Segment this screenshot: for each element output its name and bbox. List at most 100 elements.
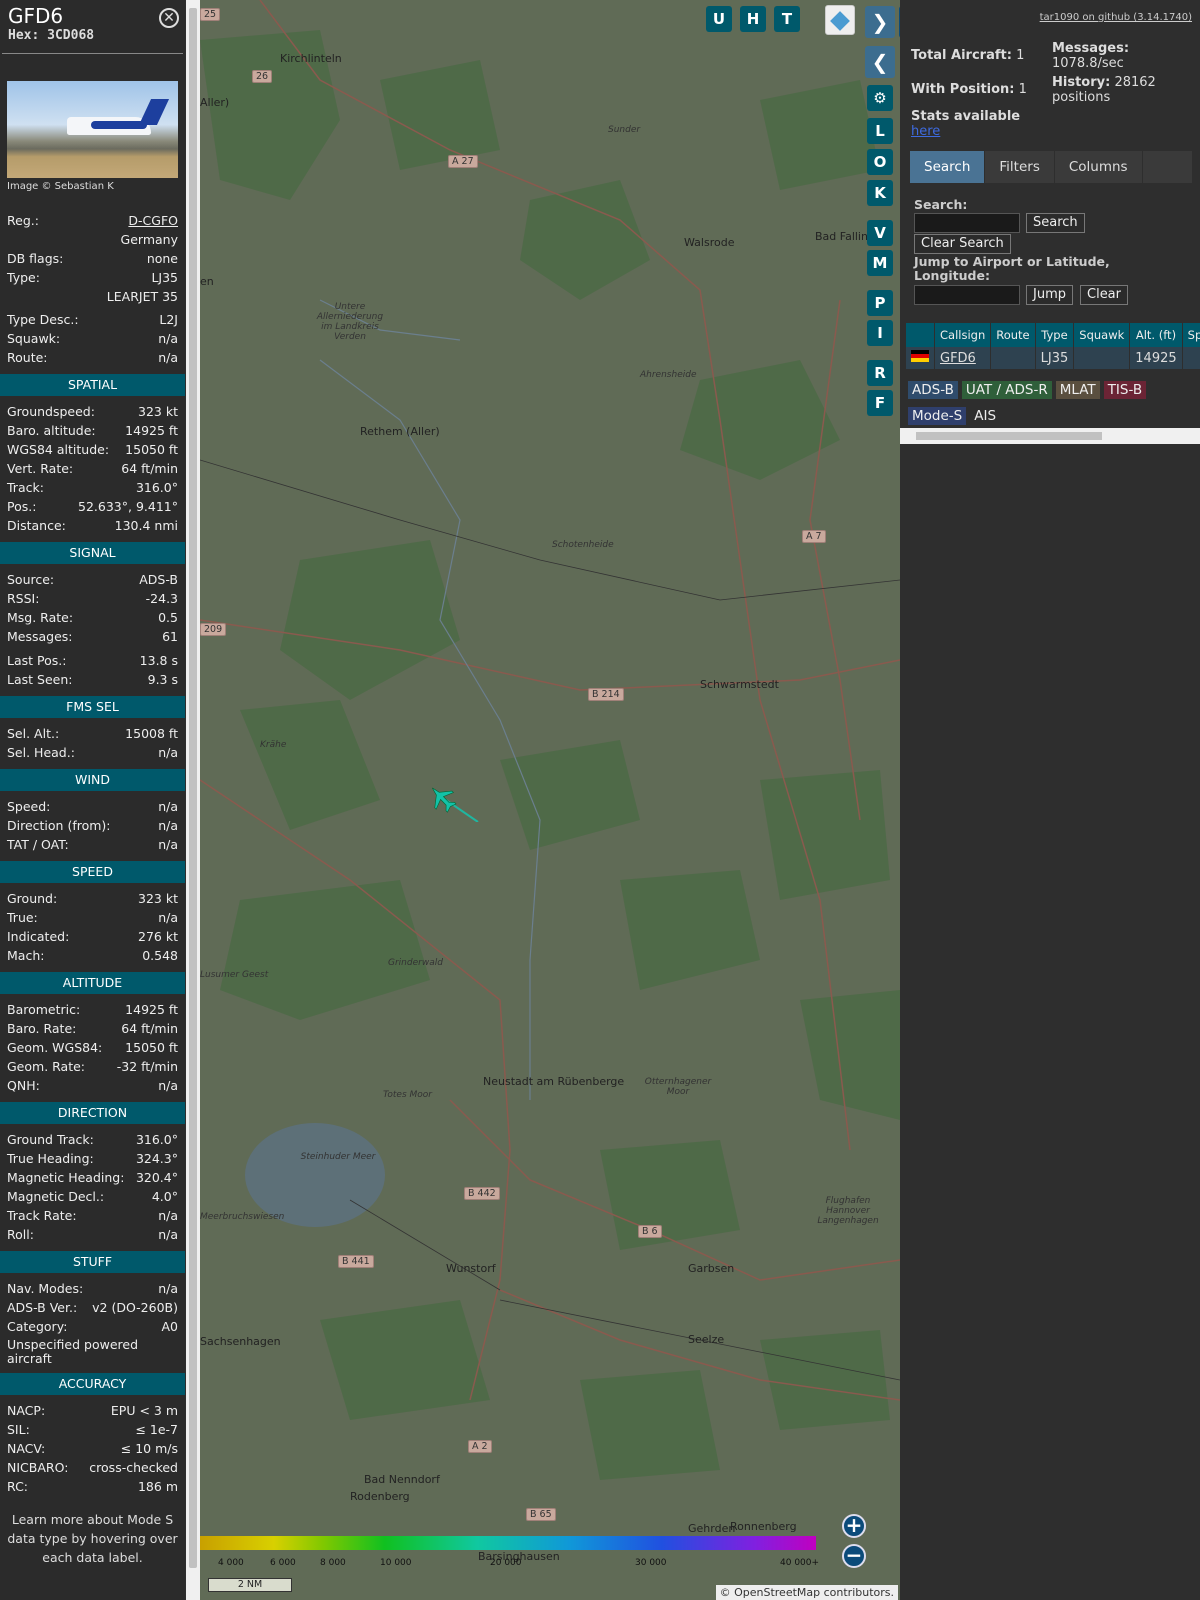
column-header[interactable]: Type: [1035, 323, 1075, 347]
jump-button[interactable]: Jump: [1026, 285, 1073, 305]
info-key[interactable]: Sel. Alt.:: [7, 724, 59, 743]
info-value: A0: [161, 1319, 178, 1334]
info-row: Messages: 61: [7, 627, 178, 646]
search-button[interactable]: Search: [1026, 213, 1085, 233]
info-key[interactable]: Magnetic Decl.:: [7, 1187, 104, 1206]
info-key[interactable]: NICBARO:: [7, 1458, 68, 1477]
column-header[interactable]: Squawk: [1073, 323, 1131, 347]
info-key[interactable]: Baro. altitude:: [7, 421, 96, 440]
info-key[interactable]: Geom. Rate:: [7, 1057, 85, 1076]
search-input[interactable]: [914, 213, 1020, 233]
info-key[interactable]: Distance:: [7, 516, 66, 535]
info-row: Magnetic Heading: 320.4°: [7, 1168, 178, 1187]
map-button-p[interactable]: P: [867, 290, 893, 316]
zoom-out-button[interactable]: −: [842, 1544, 866, 1568]
source-tag: ADS-B: [908, 381, 958, 399]
github-link[interactable]: tar1090 on github (3.14.1740): [1040, 12, 1192, 23]
map-button-u[interactable]: U: [706, 6, 732, 32]
info-value: -32 ft/min: [116, 1059, 178, 1074]
stats-available: Stats available here: [911, 109, 1021, 139]
info-key[interactable]: True Heading:: [7, 1149, 94, 1168]
map-button-v[interactable]: V: [867, 220, 893, 246]
map-button-l[interactable]: L: [867, 118, 893, 144]
tab-filters[interactable]: Filters: [985, 151, 1055, 183]
map-button-m[interactable]: M: [867, 250, 893, 276]
info-key[interactable]: ADS-B Ver.:: [7, 1298, 77, 1317]
info-key[interactable]: SIL:: [7, 1420, 30, 1439]
info-key[interactable]: Messages:: [7, 627, 73, 646]
info-key[interactable]: QNH:: [7, 1076, 40, 1095]
info-key[interactable]: Geom. WGS84:: [7, 1038, 102, 1057]
info-key[interactable]: Sel. Head.:: [7, 743, 75, 762]
tab-columns[interactable]: Columns: [1055, 151, 1143, 183]
info-value: n/a: [158, 1227, 178, 1242]
info-key[interactable]: Indicated:: [7, 927, 69, 946]
column-header[interactable]: Callsign: [934, 323, 992, 347]
messages-rate: Messages: 1078.8/sec: [1052, 41, 1130, 71]
info-key[interactable]: Track Rate:: [7, 1206, 77, 1225]
map-button-k[interactable]: K: [867, 180, 893, 206]
map-button-r[interactable]: R: [867, 360, 893, 386]
map-button-t[interactable]: T: [774, 6, 800, 32]
info-value: EPU < 3 m: [110, 1403, 178, 1418]
collapse-panel-button[interactable]: ❮: [865, 46, 895, 78]
map[interactable]: Kirchlinteln Sunder Walsrode Bad Falling Unt…: [200, 0, 900, 1600]
map-button-i[interactable]: I: [867, 320, 893, 346]
info-key[interactable]: Source:: [7, 570, 54, 589]
table-row[interactable]: GFD6 LJ35 14925: [906, 347, 1200, 369]
info-key[interactable]: Msg. Rate:: [7, 608, 73, 627]
clear-search-button[interactable]: Clear Search: [914, 234, 1011, 254]
info-key[interactable]: Last Seen:: [7, 670, 72, 689]
info-key[interactable]: Nav. Modes:: [7, 1279, 83, 1298]
settings-button[interactable]: ⚙: [867, 85, 893, 111]
info-key[interactable]: Groundspeed:: [7, 402, 95, 421]
info-key[interactable]: Vert. Rate:: [7, 459, 73, 478]
column-header[interactable]: [906, 323, 935, 347]
info-key[interactable]: Track:: [7, 478, 44, 497]
layers-button[interactable]: [825, 5, 855, 35]
info-key[interactable]: TAT / OAT:: [7, 835, 69, 854]
table-scrollbar[interactable]: [900, 428, 1200, 444]
clear-button[interactable]: Clear: [1080, 285, 1128, 305]
info-key[interactable]: RSSI:: [7, 589, 39, 608]
source-tag: MLAT: [1055, 381, 1100, 399]
road-label: B 441: [338, 1255, 374, 1268]
close-icon[interactable]: ✕: [159, 8, 179, 28]
stats-link[interactable]: here: [911, 124, 940, 139]
cell-value[interactable]: GFD6: [940, 351, 976, 366]
info-key[interactable]: Mach:: [7, 946, 44, 965]
info-scrollbar[interactable]: [186, 0, 200, 1600]
info-key[interactable]: Category:: [7, 1317, 67, 1336]
map-label: Bad Nenndorf: [364, 1473, 440, 1486]
column-header[interactable]: Alt. (ft): [1129, 323, 1183, 347]
jump-input[interactable]: [914, 285, 1020, 305]
column-header[interactable]: Spd.: [1182, 323, 1200, 347]
info-key[interactable]: Pos.:: [7, 497, 36, 516]
info-key[interactable]: Magnetic Heading:: [7, 1168, 124, 1187]
map-attribution[interactable]: © OpenStreetMap contributors.: [715, 1585, 898, 1600]
zoom-in-button[interactable]: +: [842, 1514, 866, 1538]
map-button-h[interactable]: H: [740, 6, 766, 32]
info-key[interactable]: Barometric:: [7, 1000, 80, 1019]
info-key[interactable]: Speed:: [7, 797, 50, 816]
tab-search[interactable]: Search: [910, 151, 986, 183]
map-button-f[interactable]: F: [867, 390, 893, 416]
info-key[interactable]: Last Pos.:: [7, 651, 66, 670]
info-key[interactable]: Direction (from):: [7, 816, 111, 835]
info-value[interactable]: D-CGFO: [128, 211, 178, 230]
info-key[interactable]: NACP:: [7, 1401, 45, 1420]
info-key[interactable]: NACV:: [7, 1439, 45, 1458]
info-key[interactable]: RC:: [7, 1477, 28, 1496]
expand-panel-button[interactable]: ❯: [865, 6, 895, 38]
aircraft-photo[interactable]: [7, 81, 178, 178]
column-header[interactable]: Route: [990, 323, 1036, 347]
info-key[interactable]: WGS84 altitude:: [7, 440, 109, 459]
info-key[interactable]: Baro. Rate:: [7, 1019, 76, 1038]
info-value: 52.633°, 9.411°: [78, 499, 178, 514]
info-key[interactable]: Ground Track:: [7, 1130, 94, 1149]
info-key[interactable]: True:: [7, 908, 38, 927]
info-key[interactable]: Ground:: [7, 889, 57, 908]
map-button-o[interactable]: O: [867, 149, 893, 175]
aircraft-icon[interactable]: [426, 782, 486, 822]
info-key[interactable]: Roll:: [7, 1225, 34, 1244]
